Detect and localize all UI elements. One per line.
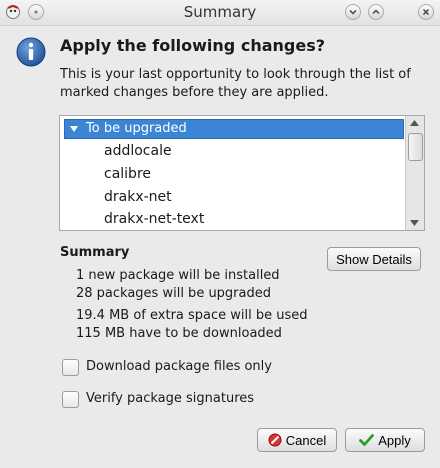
info-icon xyxy=(16,37,46,67)
cancel-label: Cancel xyxy=(285,432,327,448)
show-details-button[interactable]: Show Details xyxy=(327,247,421,271)
title-bar: Summary xyxy=(0,0,440,26)
list-item[interactable]: addlocale xyxy=(104,140,172,162)
verify-signatures-label[interactable]: Verify package signatures xyxy=(86,391,254,406)
summary-line-upgraded: 28 packages will be upgraded xyxy=(76,286,271,301)
list-item[interactable]: drakx-net xyxy=(104,186,172,208)
show-details-label: Show Details xyxy=(336,251,412,267)
minimize-icon[interactable] xyxy=(345,4,361,20)
tree-group-label: To be upgraded xyxy=(86,121,187,136)
apply-label: Apply xyxy=(378,432,411,448)
apply-button[interactable]: Apply xyxy=(345,428,425,452)
cancel-icon xyxy=(268,433,282,447)
maximize-icon[interactable] xyxy=(368,4,384,20)
cancel-button[interactable]: Cancel xyxy=(257,428,337,452)
summary-title: Summary xyxy=(60,245,130,260)
summary-line-installed: 1 new package will be installed xyxy=(76,268,280,283)
list-item[interactable]: drakx-net-text xyxy=(104,208,204,230)
changes-tree[interactable]: To be upgraded addlocale calibre drakx-n… xyxy=(59,115,425,231)
download-only-checkbox[interactable] xyxy=(62,359,79,376)
list-item[interactable]: calibre xyxy=(104,163,151,185)
vertical-scrollbar[interactable] xyxy=(405,116,424,230)
close-icon[interactable] xyxy=(418,4,434,20)
summary-line-space: 19.4 MB of extra space will be used xyxy=(76,308,308,323)
scroll-up-icon[interactable] xyxy=(410,120,419,126)
tree-group-to-be-upgraded[interactable]: To be upgraded xyxy=(64,119,404,139)
scroll-down-icon[interactable] xyxy=(410,220,419,226)
scrollbar-handle[interactable] xyxy=(408,133,423,161)
verify-signatures-checkbox[interactable] xyxy=(62,391,79,408)
dialog-description: This is your last opportunity to look th… xyxy=(60,67,411,100)
download-only-label[interactable]: Download package files only xyxy=(86,359,272,374)
checkmark-icon xyxy=(359,434,375,446)
summary-line-download: 115 MB have to be downloaded xyxy=(76,326,282,341)
dialog-heading: Apply the following changes? xyxy=(60,36,325,55)
collapse-arrow-icon[interactable] xyxy=(69,125,79,133)
